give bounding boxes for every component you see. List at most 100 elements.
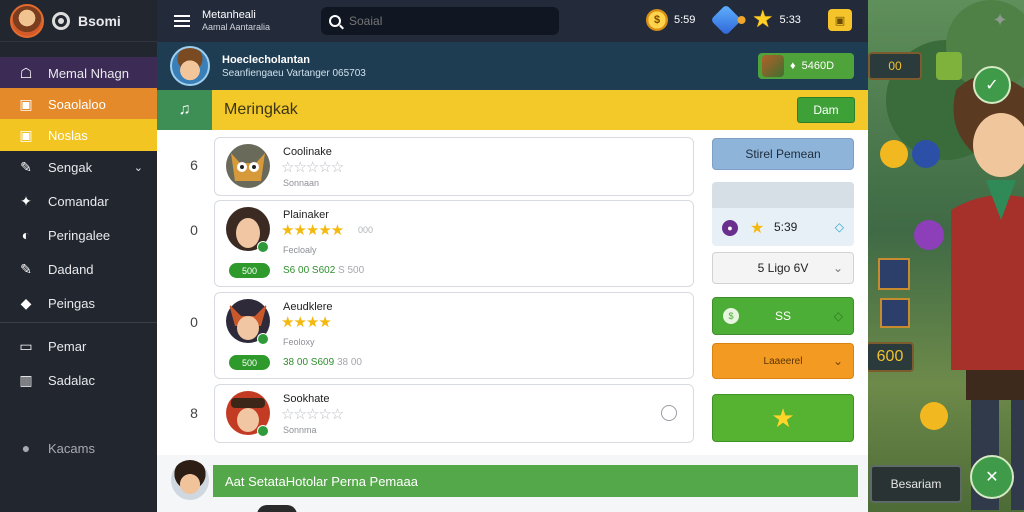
sidebar-item-label: Kacams <box>48 440 95 456</box>
grid-icon: ▣ <box>19 126 33 143</box>
chest-resource[interactable]: ▣ <box>828 9 852 31</box>
sidebar-item-sadalac[interactable]: ▥ Sadalac <box>0 364 157 396</box>
grid-icon: ▣ <box>19 95 33 112</box>
card-header <box>712 182 854 208</box>
player-sub: Feoloxy <box>283 337 315 347</box>
online-badge <box>257 333 269 345</box>
action-column: Stirel Pemean ● ★ 5:39 ◇ 5 Ligo 6V ⌄ $ S… <box>702 130 868 455</box>
top-bar: Metanheali Aamal Aantaralia $ 5:59 ★ 5:3… <box>157 0 868 42</box>
action-button[interactable]: ✕ <box>970 455 1014 499</box>
hero-character <box>951 75 1024 510</box>
list-item[interactable]: Sookhate ☆☆☆☆☆ Sonnma <box>214 384 694 443</box>
plus-icon: ♦ <box>790 60 796 72</box>
sidebar-item-label: Peingas <box>48 295 95 311</box>
sidebar-item-sengak[interactable]: ✎ Sengak ⌄ <box>0 151 157 183</box>
list-item[interactable]: Plainaker ★★★★★ 000 Fecloaly 500 S6 00 S… <box>214 200 694 287</box>
button-label: Laaeerel <box>763 355 803 367</box>
player-scores: 38 00 S609 38 00 <box>283 357 362 368</box>
score-value: 38 00 S609 <box>283 357 335 368</box>
sidebar-item-pemar[interactable]: ▭ Pemar <box>0 330 157 362</box>
chevron-down-icon: ⌄ <box>832 261 843 275</box>
profile-text: Hoeclecholantan Seanfiengaeu Vartanger 0… <box>222 54 366 79</box>
pause-icon[interactable] <box>912 140 940 168</box>
sidebar-item-noslas[interactable]: ▣ Noslas <box>0 119 157 151</box>
info-icon: ◐ <box>21 227 31 243</box>
logo-icon <box>52 11 70 30</box>
level-select[interactable]: 5 Ligo 6V ⌄ <box>712 252 854 284</box>
online-badge <box>257 425 269 437</box>
app-title-main: Metanheali <box>202 9 256 21</box>
map-icon[interactable] <box>936 52 962 80</box>
chevron-down-icon: ⌄ <box>832 354 843 368</box>
tool-icon: ✎ <box>20 260 32 277</box>
avatar[interactable] <box>10 3 44 38</box>
score-value: S6 00 S602 <box>283 265 336 276</box>
sidebar-item-comandar[interactable]: ✦ Comandar <box>0 185 157 217</box>
star-button[interactable]: ★ <box>712 394 854 442</box>
inventory-slot[interactable] <box>878 258 910 290</box>
player-sub: Sonnma <box>283 425 317 435</box>
sidebar-item-label: Soaolaloo <box>48 96 106 112</box>
select-value: 5 Ligo 6V <box>757 261 809 275</box>
chat-icon: ◆ <box>20 294 32 311</box>
list-item[interactable]: Coolinake ☆☆☆☆☆ Sonnaan <box>214 137 694 196</box>
gear-icon[interactable] <box>661 405 677 421</box>
chevron-down-icon: ⌄ <box>133 161 143 174</box>
sidebar-item-label: Pemar <box>48 338 87 354</box>
app-title: Metanheali Aamal Aantaralia <box>202 9 270 33</box>
sidebar-item-peingas[interactable]: ◆ Peingas <box>0 287 157 319</box>
orange-action-button[interactable]: Laaeerel ⌄ <box>712 343 854 379</box>
sidebar-item-label: Memal Nhagn <box>48 65 129 81</box>
avatar[interactable] <box>171 460 209 500</box>
list-item[interactable]: Aeudklere ★★★★ Feoloxy 500 38 00 S609 38… <box>214 292 694 379</box>
game-bottom-button[interactable]: Besariam <box>870 465 962 503</box>
potion-icon[interactable] <box>914 220 944 250</box>
score-muted: S 500 <box>338 265 365 276</box>
player-name: Plainaker <box>283 209 329 221</box>
done-button[interactable]: Dam <box>797 97 855 123</box>
sidebar-item-label: Sadalac <box>48 372 95 388</box>
inventory-slot[interactable] <box>880 298 910 328</box>
stirel-button[interactable]: Stirel Pemean <box>712 138 854 170</box>
music-icon[interactable]: ♫ <box>157 90 212 130</box>
gem-resource[interactable] <box>710 4 742 36</box>
avatar[interactable] <box>170 46 210 86</box>
search-box <box>321 7 559 35</box>
sidebar-item-profile[interactable]: ☖ Memal Nhagn <box>0 57 157 89</box>
coin-icon[interactable] <box>880 140 908 168</box>
star-resource[interactable]: ★ 5:33 <box>752 6 801 33</box>
sidebar-divider <box>0 322 157 323</box>
star-rating: ☆☆☆☆☆ <box>281 406 344 423</box>
sidebar-item-peringalee[interactable]: ◐ Peringalee <box>0 219 157 251</box>
sidebar: Bsomi ☖ Memal Nhagn ▣ Soaolaloo ▣ Noslas… <box>0 0 157 512</box>
wrench-icon[interactable]: ✦ <box>986 8 1014 32</box>
coin-resource[interactable]: $ 5:59 <box>646 9 695 31</box>
star-icon: ★ <box>750 220 765 237</box>
row-number: 8 <box>190 405 198 421</box>
currency-badge[interactable]: ♦ 5460D <box>758 53 854 79</box>
player-sub: Fecloaly <box>283 245 317 255</box>
coin-icon[interactable] <box>920 402 948 430</box>
star-rating: ☆☆☆☆☆ <box>281 159 344 176</box>
coin-icon: $ <box>646 9 668 31</box>
row-number: 0 <box>190 222 198 238</box>
sidebar-item-label: Noslas <box>48 127 88 143</box>
row-number: 6 <box>190 157 198 173</box>
shield-button[interactable]: ✓ <box>973 66 1011 104</box>
menu-icon[interactable] <box>174 15 190 27</box>
sidebar-item-soaolaloo[interactable]: ▣ Soaolaloo <box>0 88 157 120</box>
game-chip: 600 <box>866 342 914 372</box>
potion-icon: ● <box>722 220 738 236</box>
star-value: 5:33 <box>779 14 801 26</box>
search-input[interactable] <box>349 14 529 28</box>
leaderboard-list: 6 Coolinake ☆☆☆☆☆ Sonnaan 0 Plainaker ★★… <box>157 130 702 455</box>
footer-banner[interactable]: Aat SetataHotolar Perna Pemaaa <box>213 465 858 497</box>
search-icon <box>329 15 341 27</box>
info-card[interactable]: ● ★ 5:39 ◇ <box>712 182 854 246</box>
sidebar-item-kacams[interactable]: ● Kacams <box>0 432 157 464</box>
green-action-button[interactable]: $ SS ◇ <box>712 297 854 335</box>
info-value: 5:39 <box>774 220 798 234</box>
star-icon: ★ <box>752 6 774 33</box>
sidebar-item-dadand[interactable]: ✎ Dadand <box>0 253 157 285</box>
online-badge <box>257 241 269 253</box>
